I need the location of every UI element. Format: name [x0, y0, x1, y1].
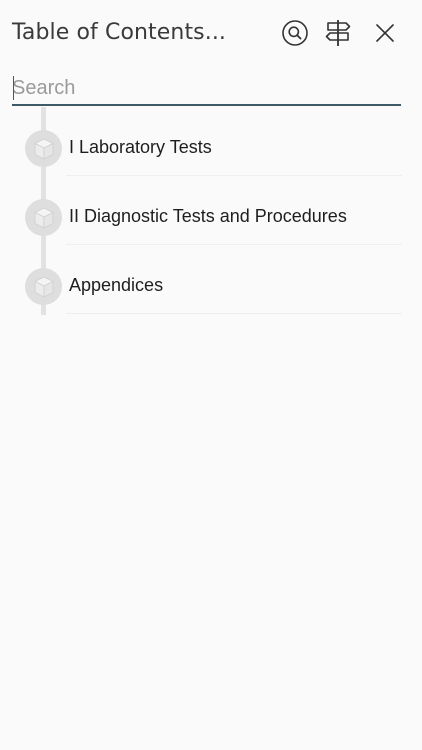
toc-item-laboratory-tests[interactable]: I Laboratory Tests	[0, 107, 422, 176]
toc-node	[25, 268, 62, 305]
search-field[interactable]	[12, 74, 401, 106]
toc-item-appendices[interactable]: Appendices	[0, 245, 422, 314]
toc-item-label: II Diagnostic Tests and Procedures	[69, 206, 347, 226]
navigate-button[interactable]	[323, 18, 353, 48]
toc-item-label: I Laboratory Tests	[69, 137, 212, 157]
close-icon	[376, 24, 394, 42]
toc-node	[25, 130, 62, 167]
search-icon	[282, 20, 308, 46]
toc-item-label: Appendices	[69, 275, 164, 295]
page-title: Table of Contents...	[12, 20, 227, 45]
search-input[interactable]	[12, 74, 401, 102]
close-button[interactable]	[370, 18, 400, 48]
toc-list: I Laboratory Tests II Diagnostic Tests a…	[0, 107, 422, 317]
toc-item-diagnostic-tests[interactable]: II Diagnostic Tests and Procedures	[0, 176, 422, 245]
cube-icon	[33, 138, 54, 160]
cube-icon	[33, 207, 54, 229]
toc-node	[25, 199, 62, 236]
search-button[interactable]	[280, 18, 310, 48]
header-bar: Table of Contents...	[0, 0, 422, 68]
cube-icon	[33, 276, 54, 298]
signpost-icon	[325, 20, 351, 46]
divider	[66, 313, 402, 314]
text-cursor	[13, 76, 14, 100]
